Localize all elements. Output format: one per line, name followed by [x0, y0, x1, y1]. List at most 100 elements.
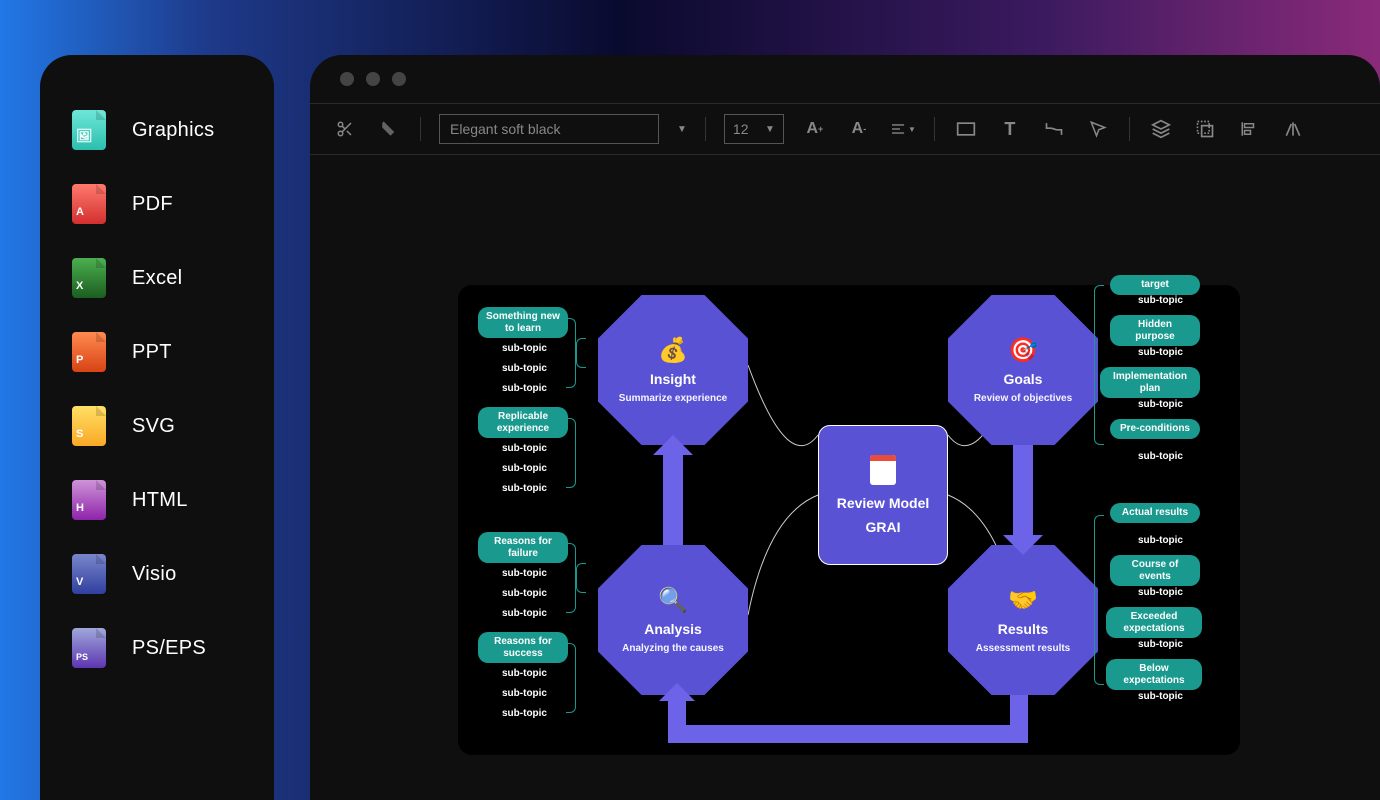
subtopic[interactable]: sub-topic — [1138, 639, 1183, 650]
branch-line — [566, 318, 576, 388]
topic-pill[interactable]: Actual results — [1110, 503, 1200, 523]
topic-pill[interactable]: Something new to learn — [478, 307, 568, 338]
topic-pill[interactable]: Implementation plan — [1100, 367, 1200, 398]
separator — [705, 117, 706, 141]
sidebar-item-visio[interactable]: V Visio — [62, 537, 252, 611]
node-title: Insight — [650, 371, 696, 387]
pdf-icon: A — [70, 185, 108, 223]
topic-pill[interactable]: target — [1110, 275, 1200, 295]
sidebar-item-label: PDF — [132, 193, 173, 216]
subtopic[interactable]: sub-topic — [1138, 451, 1183, 462]
editor-toolbar: Elegant soft black ▼ 12 ▼ A+ A- ▼ T — [310, 103, 1380, 155]
node-title: Analysis — [644, 621, 702, 637]
center-node[interactable]: Review Model GRAI — [818, 425, 948, 565]
sidebar-item-pdf[interactable]: A PDF — [62, 167, 252, 241]
subtopic[interactable]: sub-topic — [1138, 535, 1183, 546]
node-analysis[interactable]: 🔍 Analysis Analyzing the causes — [598, 545, 748, 695]
traffic-light-maximize[interactable] — [392, 72, 406, 86]
chevron-down-icon: ▼ — [765, 124, 775, 135]
branch-line — [1094, 515, 1104, 685]
visio-icon: V — [70, 555, 108, 593]
ps-eps-icon: PS — [70, 629, 108, 667]
chevron-down-icon[interactable]: ▼ — [677, 124, 687, 135]
layers-icon[interactable] — [1148, 116, 1174, 142]
sidebar-item-graphics[interactable]: 🖼 Graphics — [62, 93, 252, 167]
arrow-up — [663, 447, 683, 545]
diagram-canvas[interactable]: Review Model GRAI 💰 Insight Summarize ex… — [458, 285, 1240, 755]
subtopic[interactable]: sub-topic — [502, 688, 547, 699]
svg-icon: S — [70, 407, 108, 445]
topic-pill[interactable]: Pre-conditions — [1110, 419, 1200, 439]
money-icon: 💰 — [658, 336, 688, 365]
topic-pill[interactable]: Hidden purpose — [1110, 315, 1200, 346]
cursor-icon[interactable] — [1085, 116, 1111, 142]
arrow-bottom — [1010, 695, 1028, 743]
shape-icon[interactable] — [953, 116, 979, 142]
subtopic[interactable]: sub-topic — [1138, 587, 1183, 598]
connector-icon[interactable] — [1041, 116, 1067, 142]
target-icon: 🎯 — [1008, 336, 1038, 365]
topic-pill[interactable]: Replicable experience — [478, 407, 568, 438]
topic-pill[interactable]: Exceeded expectations — [1106, 607, 1202, 638]
clipboard-icon — [870, 455, 896, 485]
export-sidebar: 🖼 Graphics A PDF X Excel P PPT S SVG H H… — [40, 55, 274, 800]
align-icon[interactable]: ▼ — [890, 116, 916, 142]
sidebar-item-ppt[interactable]: P PPT — [62, 315, 252, 389]
graphics-icon: 🖼 — [70, 111, 108, 149]
node-results[interactable]: 🤝 Results Assessment results — [948, 545, 1098, 695]
text-icon[interactable]: T — [997, 116, 1023, 142]
subtopic[interactable]: sub-topic — [1138, 399, 1183, 410]
subtopic[interactable]: sub-topic — [1138, 295, 1183, 306]
font-size-selector[interactable]: 12 ▼ — [724, 114, 784, 144]
node-subtitle: Summarize experience — [619, 393, 727, 405]
mirror-icon[interactable] — [1280, 116, 1306, 142]
excel-icon: X — [70, 259, 108, 297]
subtopic[interactable]: sub-topic — [502, 443, 547, 454]
subtopic[interactable]: sub-topic — [502, 668, 547, 679]
sidebar-item-label: SVG — [132, 415, 175, 438]
theme-selector[interactable]: Elegant soft black — [439, 114, 659, 144]
subtopic[interactable]: sub-topic — [1138, 691, 1183, 702]
subtopic[interactable]: sub-topic — [502, 363, 547, 374]
branch-line — [566, 418, 576, 488]
sidebar-item-ps-eps[interactable]: PS PS/EPS — [62, 611, 252, 685]
node-subtitle: Review of objectives — [974, 393, 1072, 405]
sidebar-item-label: HTML — [132, 489, 188, 512]
node-goals[interactable]: 🎯 Goals Review of objectives — [948, 295, 1098, 445]
node-insight[interactable]: 💰 Insight Summarize experience — [598, 295, 748, 445]
ppt-icon: P — [70, 333, 108, 371]
topic-pill[interactable]: Reasons for failure — [478, 532, 568, 563]
separator — [934, 117, 935, 141]
arrow-bottom — [668, 725, 1028, 743]
traffic-light-minimize[interactable] — [366, 72, 380, 86]
subtopic[interactable]: sub-topic — [502, 588, 547, 599]
format-painter-icon[interactable] — [376, 116, 402, 142]
traffic-light-close[interactable] — [340, 72, 354, 86]
subtopic[interactable]: sub-topic — [1138, 347, 1183, 358]
sidebar-item-label: Visio — [132, 563, 177, 586]
node-title: Results — [998, 621, 1049, 637]
subtopic[interactable]: sub-topic — [502, 708, 547, 719]
node-subtitle: Analyzing the causes — [622, 643, 724, 655]
sidebar-item-svg[interactable]: S SVG — [62, 389, 252, 463]
font-increase-icon[interactable]: A+ — [802, 116, 828, 142]
branch-line — [576, 338, 586, 368]
branch-line — [1094, 285, 1104, 445]
subtopic[interactable]: sub-topic — [502, 463, 547, 474]
topic-pill[interactable]: Course of events — [1110, 555, 1200, 586]
subtopic[interactable]: sub-topic — [502, 608, 547, 619]
topic-pill[interactable]: Reasons for success — [478, 632, 568, 663]
sidebar-item-html[interactable]: H HTML — [62, 463, 252, 537]
group-icon[interactable] — [1192, 116, 1218, 142]
cut-icon[interactable] — [332, 116, 358, 142]
subtopic[interactable]: sub-topic — [502, 483, 547, 494]
branch-line — [576, 563, 586, 593]
topic-pill[interactable]: Below expectations — [1106, 659, 1202, 690]
sidebar-item-excel[interactable]: X Excel — [62, 241, 252, 315]
subtopic[interactable]: sub-topic — [502, 383, 547, 394]
subtopic[interactable]: sub-topic — [502, 568, 547, 579]
font-decrease-icon[interactable]: A- — [846, 116, 872, 142]
center-subtitle: GRAI — [866, 519, 901, 535]
subtopic[interactable]: sub-topic — [502, 343, 547, 354]
align-left-icon[interactable] — [1236, 116, 1262, 142]
